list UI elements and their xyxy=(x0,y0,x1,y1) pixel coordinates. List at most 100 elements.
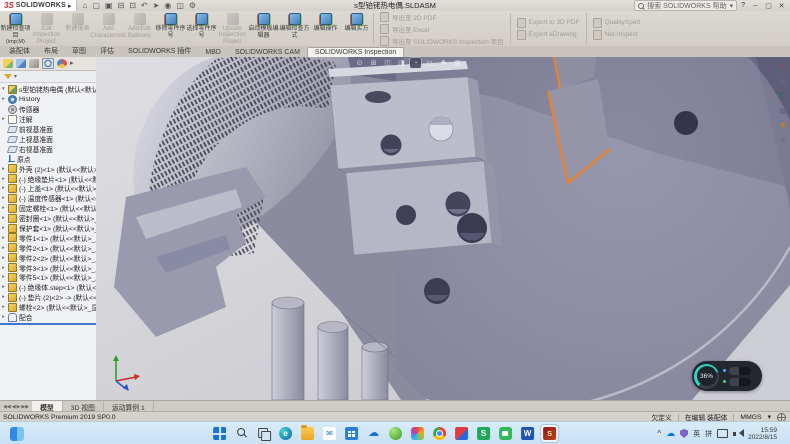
tree-item[interactable]: ▸ 螺栓<2> (默认<<默认>_显示状态 xyxy=(0,302,96,312)
tree-item[interactable]: ▸ (-) 垫片 (2)<2> -> (默认<<默认>_ xyxy=(0,292,96,302)
tree-item[interactable]: ▸ 固定螺栓<1> (默认<<默认>_显示 xyxy=(0,203,96,213)
close-button[interactable]: ✕ xyxy=(775,2,788,10)
export-menu-item[interactable]: Export eDrawing xyxy=(517,30,580,40)
tree-item[interactable]: ▸ (-) 上盖<1> (默认<<默认>_显示状 xyxy=(0,184,96,194)
tab-scroll-next-icon[interactable]: ▶ xyxy=(17,404,21,410)
ribbon-button[interactable]: 编辑操作 xyxy=(310,11,341,46)
ribbon-tab[interactable]: 评估 xyxy=(93,45,121,57)
clock[interactable]: 15:59 2022/8/15 xyxy=(748,427,777,441)
export-menu-item[interactable]: 导出至 2D PDF xyxy=(380,12,504,22)
help-search-input[interactable]: 搜索 SOLIDWORKS 帮助 ▾ xyxy=(634,0,737,11)
taskbar-app-button[interactable]: W xyxy=(519,425,536,442)
help-button[interactable]: ? xyxy=(741,2,745,9)
tree-item[interactable]: ▸ 右视基准面 xyxy=(0,144,96,154)
security-shield-icon[interactable] xyxy=(680,429,688,438)
task-pane-icon[interactable]: ▦ xyxy=(779,106,787,115)
export-menu-item[interactable]: Net-Inspect xyxy=(593,30,641,40)
ribbon-tab[interactable]: MBD xyxy=(198,48,228,57)
quick-access-icon[interactable]: ↶ xyxy=(141,1,148,10)
ribbon-button[interactable]: Add/Edit Balloons xyxy=(124,11,155,46)
minimize-button[interactable]: – xyxy=(749,2,762,10)
task-pane-icon[interactable]: ▤ xyxy=(779,76,787,85)
view-tool-icon[interactable]: ◻ xyxy=(424,58,435,68)
ribbon-button[interactable]: 启动模板编辑器 xyxy=(248,11,279,46)
tree-item[interactable]: ▸ 上视基准面 xyxy=(0,134,96,144)
tree-item[interactable]: ▸ 外壳 (2)<1> (默认<<默认>_显示状 xyxy=(0,164,96,174)
touchpad-icon[interactable] xyxy=(717,429,728,438)
tree-item[interactable]: ▸ 原点 xyxy=(0,154,96,164)
tree-item[interactable]: ▸ 配合 xyxy=(0,312,96,322)
ribbon-tab[interactable]: 布局 xyxy=(37,45,65,57)
ribbon-tab[interactable]: SOLIDWORKS CAM xyxy=(228,48,307,57)
tree-item[interactable]: ▸ 保护套<1> (默认<<默认>_显示状 xyxy=(0,223,96,233)
task-pane-icon[interactable]: ❖ xyxy=(779,121,786,130)
view-tool-icon[interactable]: ◫ xyxy=(382,58,393,68)
solidworks-logo[interactable]: 3S SOLIDWORKS ▸ xyxy=(0,0,77,11)
task-pane-icon[interactable]: ↻ xyxy=(780,91,787,100)
quick-access-icon[interactable]: ⚙ xyxy=(189,1,196,10)
task-pane-icon[interactable]: ⌂ xyxy=(781,61,786,70)
tree-root-item[interactable]: ▾ s型铂铑热电偶 (默认<默认_显示状态-1 xyxy=(0,84,96,95)
view-tool-icon[interactable]: ⊞ xyxy=(368,58,379,68)
tree-item[interactable]: ▸ 零件1<1> (默认<<默认>_显示状态 xyxy=(0,233,96,243)
widgets-icon[interactable] xyxy=(10,427,24,441)
view-tool-icon[interactable]: ❖ xyxy=(438,58,449,68)
tree-item[interactable]: ▸ (-) 绝缘垫片<1> (默认<<默认>_显 xyxy=(0,174,96,184)
taskbar-app-button[interactable] xyxy=(387,425,404,442)
tree-item[interactable]: ▸ (-) 绝缘体.step<1> (默认<<默认 xyxy=(0,282,96,292)
view-tool-icon[interactable]: ◔ xyxy=(410,58,421,68)
export-menu-item[interactable]: QualityXpert xyxy=(593,18,641,28)
ribbon-button[interactable]: Update Inspection Project xyxy=(217,11,248,46)
taskbar-app-button[interactable] xyxy=(409,425,426,442)
viewport-3d-model[interactable] xyxy=(96,57,790,400)
featuremanager-tab-icon[interactable] xyxy=(3,59,13,68)
taskbar-app-button[interactable]: ☁ xyxy=(365,425,382,442)
input-language[interactable]: 英 xyxy=(693,429,700,439)
export-menu-item[interactable]: 导出至 SOLIDWORKS Inspection 项目 xyxy=(380,36,504,46)
tab-scroll-last-icon[interactable]: ▶▶ xyxy=(21,404,29,410)
quick-access-icon[interactable]: ⊟ xyxy=(118,1,125,10)
ribbon-button[interactable]: Edit Inspection Project xyxy=(31,11,62,46)
tree-item[interactable]: ▸ 零件2<2> (默认<<默认>_显示状态 xyxy=(0,253,96,263)
ribbon-tab[interactable]: SOLIDWORKS Inspection xyxy=(307,47,404,57)
onedrive-tray-icon[interactable]: ☁ xyxy=(666,428,675,439)
tree-item[interactable]: ▸ 零件5<1> (默认<<默认>_显示状态 xyxy=(0,273,96,283)
propertymanager-tab-icon[interactable] xyxy=(16,59,26,68)
ribbon-tab[interactable]: SOLIDWORKS 插件 xyxy=(121,45,198,57)
taskbar-app-button[interactable] xyxy=(233,425,250,442)
taskbar-app-button[interactable] xyxy=(211,425,228,442)
view-tool-icon[interactable]: ⊙ xyxy=(354,58,365,68)
view-tool-icon[interactable]: ▦ xyxy=(452,58,463,68)
ribbon-button[interactable]: 选择零件序号 xyxy=(186,11,217,46)
quick-access-icon[interactable]: ⊡ xyxy=(129,1,136,10)
maximize-button[interactable]: ▢ xyxy=(762,2,775,10)
ime-mode[interactable]: 拼 xyxy=(705,429,712,439)
panel-expand-icon[interactable]: ▸ xyxy=(70,59,74,68)
tab-scroll-prev-icon[interactable]: ◀ xyxy=(12,404,16,410)
tree-item[interactable]: ▸ 密封圈<1> (默认<<默认>_显示状 xyxy=(0,213,96,223)
tree-item[interactable]: ▸ 零件3<1> (默认<<默认>_显示状态 xyxy=(0,263,96,273)
export-menu-item[interactable]: Export to 3D PDF xyxy=(517,18,580,28)
quick-access-icon[interactable]: ▣ xyxy=(105,1,113,10)
graphics-area[interactable]: ⊙ ⊞ ◫ ◨ ◔ ◻ ❖ ▦ ⌂ ▤ ↻ xyxy=(96,57,790,400)
ribbon-tab[interactable]: 草图 xyxy=(65,45,93,57)
quick-access-icon[interactable]: ➤ xyxy=(153,1,160,10)
taskbar-app-button[interactable]: S xyxy=(541,425,558,442)
unit-caret-icon[interactable]: ▾ xyxy=(768,413,771,421)
taskbar-app-button[interactable] xyxy=(343,425,360,442)
quick-access-icon[interactable]: ◉ xyxy=(164,1,171,10)
quick-access-icon[interactable]: ⌂ xyxy=(83,1,88,10)
view-tool-icon[interactable]: ◨ xyxy=(396,58,407,68)
quick-access-icon[interactable]: ▢ xyxy=(92,1,100,10)
ribbon-button[interactable]: 新建报表 xyxy=(62,11,93,46)
displaymanager-tab-icon[interactable] xyxy=(57,59,67,68)
tree-item[interactable]: ▸ 零件2<1> (默认<<默认>_显示状态 xyxy=(0,243,96,253)
export-menu-item[interactable]: 导出至 Excel xyxy=(380,24,504,34)
taskbar-app-button[interactable]: S xyxy=(475,425,492,442)
ribbon-button[interactable]: 编辑买方 xyxy=(341,11,372,46)
configurationmanager-tab-icon[interactable] xyxy=(29,59,39,68)
tray-overflow-icon[interactable]: ^ xyxy=(657,429,661,438)
taskbar-app-button[interactable] xyxy=(431,425,448,442)
taskbar-app-button[interactable] xyxy=(299,425,316,442)
logo-flyout-arrow-icon[interactable]: ▸ xyxy=(68,2,72,10)
